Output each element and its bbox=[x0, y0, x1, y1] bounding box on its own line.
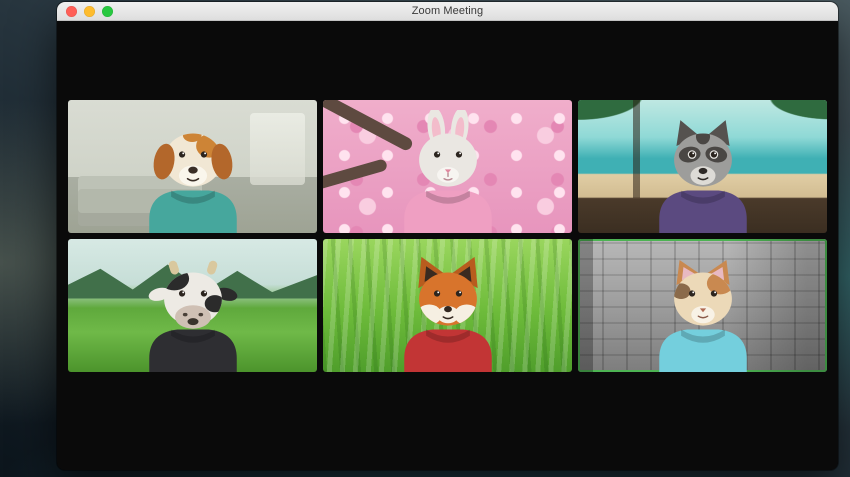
desktop: Zoom Meeting { "window": { "title": "Zoo… bbox=[0, 0, 850, 477]
zoom-button[interactable] bbox=[102, 5, 113, 17]
close-button[interactable] bbox=[66, 5, 77, 17]
video-tile-fox[interactable] bbox=[323, 239, 572, 372]
raccoon-avatar bbox=[658, 120, 747, 233]
dog-avatar bbox=[148, 133, 237, 233]
zoom-window: Zoom Meeting bbox=[57, 2, 838, 470]
video-grid bbox=[68, 100, 827, 372]
video-tile-rabbit[interactable] bbox=[323, 100, 572, 233]
window-titlebar[interactable]: Zoom Meeting bbox=[57, 2, 838, 21]
minimize-button[interactable] bbox=[84, 5, 95, 17]
video-tile-cat[interactable] bbox=[578, 239, 827, 372]
hoodie bbox=[403, 190, 492, 233]
cat-avatar bbox=[658, 259, 747, 372]
video-tile-cow[interactable] bbox=[68, 239, 317, 372]
cow-avatar bbox=[148, 260, 237, 372]
traffic-lights bbox=[57, 5, 113, 17]
hoodie bbox=[658, 190, 747, 233]
video-tile-raccoon[interactable] bbox=[578, 100, 827, 233]
fox-avatar bbox=[403, 256, 492, 372]
hoodie bbox=[403, 329, 492, 372]
hoodie bbox=[658, 329, 747, 372]
meeting-content bbox=[57, 21, 838, 470]
video-tile-dog[interactable] bbox=[68, 100, 317, 233]
window-title: Zoom Meeting bbox=[411, 5, 484, 17]
hoodie bbox=[148, 329, 237, 372]
hoodie bbox=[148, 190, 237, 233]
rabbit-avatar bbox=[403, 109, 492, 233]
